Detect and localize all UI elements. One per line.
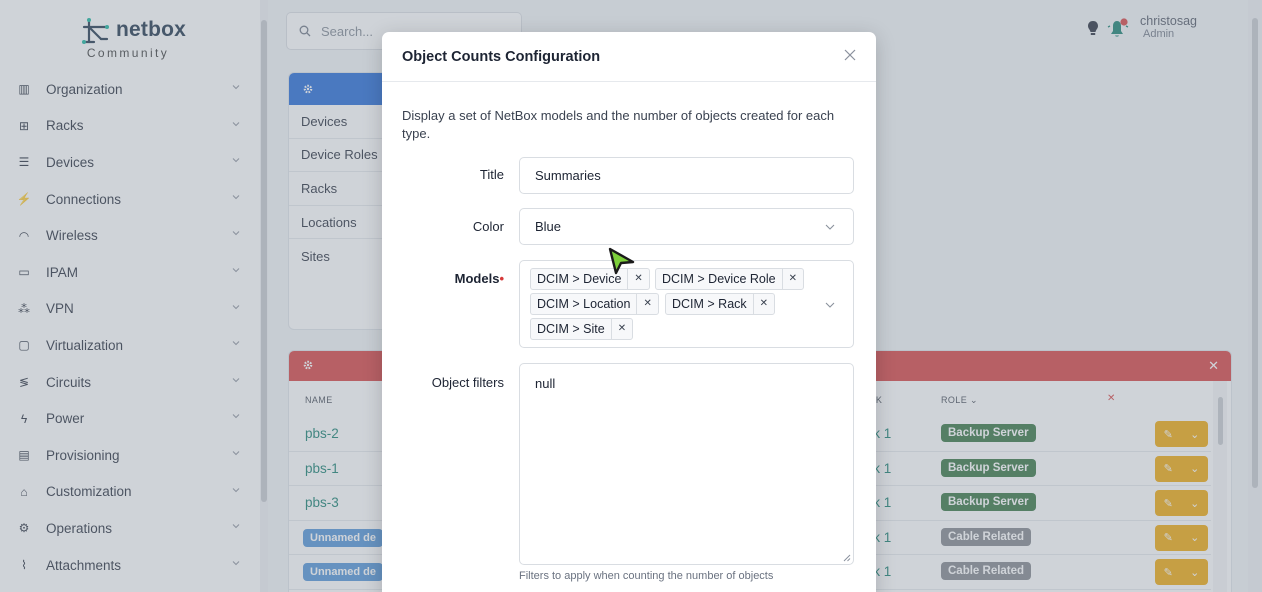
models-label: Models•	[382, 271, 504, 286]
model-tag-label: DCIM > Site	[537, 322, 605, 336]
mouse-cursor-icon	[608, 247, 635, 275]
resize-handle-icon[interactable]	[843, 554, 851, 562]
object-filters-value: null	[535, 376, 556, 391]
model-tag: DCIM > Device Role ✕	[655, 268, 804, 290]
object-filters-label: Object filters	[431, 375, 504, 390]
model-tag-label: DCIM > Device Role	[662, 272, 776, 286]
modal-description: Display a set of NetBox models and the n…	[402, 108, 835, 141]
model-tag: DCIM > Rack ✕	[665, 293, 776, 315]
remove-tag-icon[interactable]: ✕	[781, 269, 803, 289]
color-label: Color	[472, 219, 504, 234]
remove-tag-icon[interactable]: ✕	[752, 294, 774, 314]
remove-tag-icon[interactable]: ✕	[610, 319, 632, 339]
model-tag-label: DCIM > Rack	[672, 297, 747, 311]
object-filters-textarea[interactable]: null	[519, 363, 854, 565]
close-icon[interactable]	[844, 49, 856, 61]
model-tag: DCIM > Site ✕	[530, 318, 634, 340]
models-multiselect[interactable]: DCIM > Device ✕ DCIM > Device Role ✕ DCIM …	[519, 260, 854, 348]
color-select[interactable]: Blue	[519, 208, 854, 245]
object-counts-config-modal: Object Counts Configuration Display a se…	[382, 32, 876, 592]
title-input[interactable]: Summaries	[519, 157, 854, 194]
modal-header: Object Counts Configuration	[382, 32, 876, 82]
title-input-value: Summaries	[535, 168, 601, 183]
chevron-down-icon	[825, 302, 835, 308]
title-label: Title	[479, 167, 504, 182]
model-tag: DCIM > Location ✕	[530, 293, 659, 315]
chevron-down-icon	[825, 224, 835, 230]
required-marker: •	[499, 271, 504, 286]
object-filters-help: Filters to apply when counting the numbe…	[519, 570, 774, 582]
model-tag-label: DCIM > Location	[537, 297, 631, 311]
remove-tag-icon[interactable]: ✕	[636, 294, 657, 314]
color-select-value: Blue	[535, 219, 562, 234]
models-label-text: Models	[454, 271, 500, 286]
modal-title: Object Counts Configuration	[402, 49, 601, 65]
